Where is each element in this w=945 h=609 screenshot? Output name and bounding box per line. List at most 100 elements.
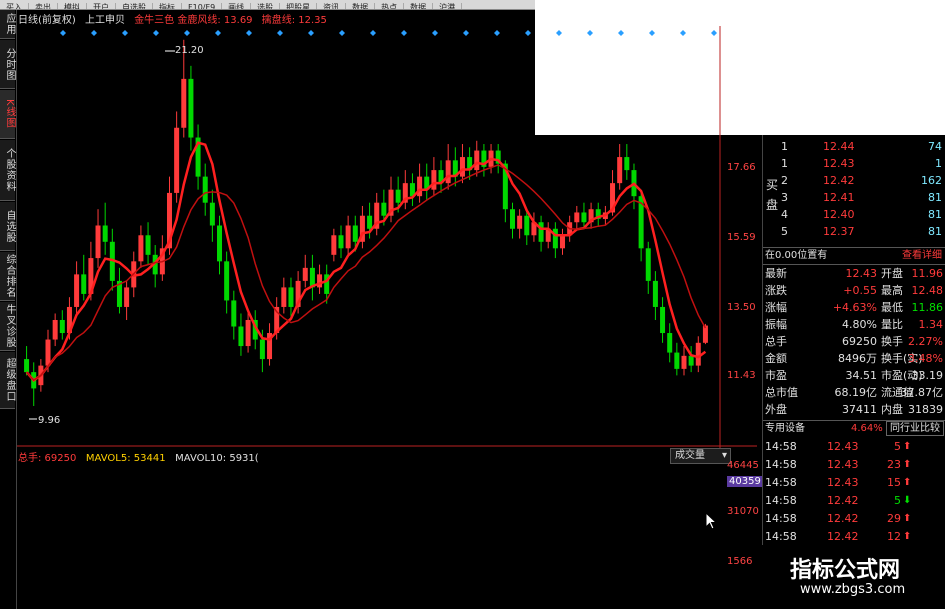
candle-body <box>45 339 51 366</box>
menu-item[interactable]: 画线 <box>222 3 252 9</box>
stat-row: 涨跌 +0.55 最高 12.48 <box>763 283 945 299</box>
candle-body <box>52 319 58 340</box>
position-bar: 在0.00位置有 查看详细 <box>763 247 945 265</box>
stat-label-2: 换手 <box>881 335 903 348</box>
left-tab-6[interactable]: 牛叉诊股 <box>0 302 15 351</box>
price-tick: 13.50 <box>727 302 756 313</box>
tick-time: 14:58 <box>765 512 797 525</box>
menu-item[interactable]: 热点 <box>375 3 405 9</box>
kline-chart[interactable] <box>17 26 757 456</box>
left-tab-strip: 应用 分时图 K线图 个股资料 自选股 综合排名 牛叉诊股 超级盘口 <box>0 10 17 609</box>
candle-body <box>702 325 708 343</box>
order-level: 1 <box>781 140 788 153</box>
ma5-line <box>25 141 707 382</box>
candle-body <box>209 202 215 226</box>
order-price: 12.37 <box>823 225 855 238</box>
menu-item[interactable]: 选股 <box>251 3 281 9</box>
order-book-row: 4 12.40 81 <box>763 207 945 223</box>
left-tab-1[interactable]: 分时图 <box>0 40 15 89</box>
stat-row: 总手 69250 换手 2.27% <box>763 334 945 350</box>
order-price: 12.44 <box>823 140 855 153</box>
signal-marker <box>153 30 159 36</box>
stat-label: 总手 <box>765 335 787 348</box>
tick-row: 14:58 12.43 15 ⬆ <box>763 475 945 491</box>
view-detail-link[interactable]: 查看详细 <box>902 248 942 264</box>
stat-label-2: 最低 <box>881 301 903 314</box>
stat-value-2: 11.86 <box>911 301 944 314</box>
candle-body <box>652 280 658 307</box>
stat-value: +0.55 <box>843 284 877 297</box>
vol-total: 总手: 69250 <box>18 453 77 464</box>
stat-row: 市盈 34.51 市盈(动) 33.19 <box>763 368 945 384</box>
candle-body <box>367 215 373 229</box>
price-tick: 11.43 <box>727 370 756 381</box>
candle-body <box>238 326 244 347</box>
stat-value: 4.80% <box>842 318 877 331</box>
up-arrow-icon: ⬆ <box>903 477 912 488</box>
left-tab-4[interactable]: 自选股 <box>0 202 15 251</box>
menu-item[interactable]: 自选股 <box>116 3 153 9</box>
tick-row: 14:58 12.42 12 ⬆ <box>763 529 945 545</box>
menu-item[interactable]: 数据 <box>404 3 434 9</box>
menu-item[interactable]: 指标 <box>153 3 182 9</box>
order-book-row: 5 12.37 81 <box>763 224 945 240</box>
menu-item[interactable]: 沪港 <box>433 3 463 9</box>
candle-body <box>102 225 108 242</box>
candle-body <box>560 235 566 249</box>
signal-marker <box>60 30 66 36</box>
vol-tick: 1566 <box>727 556 753 567</box>
tick-row: 14:58 12.43 5 ⬆ <box>763 439 945 455</box>
left-tab-5[interactable]: 综合排名 <box>0 252 15 301</box>
candle-body <box>81 274 87 294</box>
tick-time: 14:58 <box>765 440 797 453</box>
watermark-title: 指标公式网 <box>790 558 901 583</box>
menu-item[interactable]: 模拟 <box>58 3 87 9</box>
menu-item[interactable]: 数据 <box>346 3 376 9</box>
tick-volume: 5 <box>894 440 901 453</box>
signal-marker <box>525 30 531 36</box>
left-tab-7[interactable]: 超级盘口 <box>0 352 15 409</box>
high-annotation: 21.20 <box>175 45 204 56</box>
stat-value: 34.51 <box>845 369 878 382</box>
left-tab-3[interactable]: 个股资料 <box>0 140 15 201</box>
order-level: 1 <box>781 157 788 170</box>
menu-item[interactable]: 资讯 <box>317 3 347 9</box>
candle-body <box>574 212 580 223</box>
candle-body <box>695 342 701 366</box>
left-tab-2[interactable]: K线图 <box>0 90 15 139</box>
candle-body <box>245 319 251 347</box>
menu-item[interactable]: 卖出 <box>29 3 58 9</box>
signal-marker <box>680 30 686 36</box>
signal-marker <box>215 30 221 36</box>
volume-header: 总手: 69250 MAVOL5: 53441 MAVOL10: 5931( <box>18 449 259 464</box>
menu-item[interactable]: F10/F9 <box>182 3 223 9</box>
signal-marker <box>246 30 252 36</box>
stat-row: 最新 12.43 开盘 11.96 <box>763 266 945 282</box>
tick-price: 12.42 <box>827 494 859 507</box>
signal-marker <box>618 30 624 36</box>
stat-row: 外盘 37411 内盘 31839 <box>763 402 945 418</box>
industry-compare-button[interactable]: 同行业比较 <box>886 421 944 436</box>
menu-item[interactable]: 买入 <box>0 3 29 9</box>
order-level: 5 <box>781 225 788 238</box>
volume-indicator-dropdown[interactable]: 成交量 ▾ <box>670 448 731 464</box>
vol-mavol10: MAVOL10: 5931( <box>175 453 259 464</box>
top-menu-bar: 买入 卖出 模拟 开户 自选股 指标 F10/F9 画线 选股 把股星 资讯 数据 热点 数据 沪港 <box>0 0 535 10</box>
order-level: 4 <box>781 208 788 221</box>
menu-item[interactable]: 开户 <box>87 3 116 9</box>
price-tick: 15.59 <box>727 232 756 243</box>
stat-label: 市盈 <box>765 369 787 382</box>
tick-row: 14:58 12.42 5 ⬇ <box>763 493 945 509</box>
period-label[interactable]: 日线(前复权) <box>18 15 76 26</box>
left-tab-0[interactable]: 应用 <box>0 10 15 39</box>
up-arrow-icon: ⬆ <box>903 459 912 470</box>
vol-tick: 31070 <box>727 506 759 517</box>
order-level: 2 <box>781 174 788 187</box>
candle-body <box>459 157 465 177</box>
order-book-row: 1 12.43 1 <box>763 156 945 172</box>
menu-item[interactable]: 把股星 <box>280 3 318 9</box>
tick-time: 14:58 <box>765 530 797 543</box>
candle-body <box>445 160 451 184</box>
vol-tick: 46445 <box>727 460 759 471</box>
candle-body <box>524 215 530 236</box>
